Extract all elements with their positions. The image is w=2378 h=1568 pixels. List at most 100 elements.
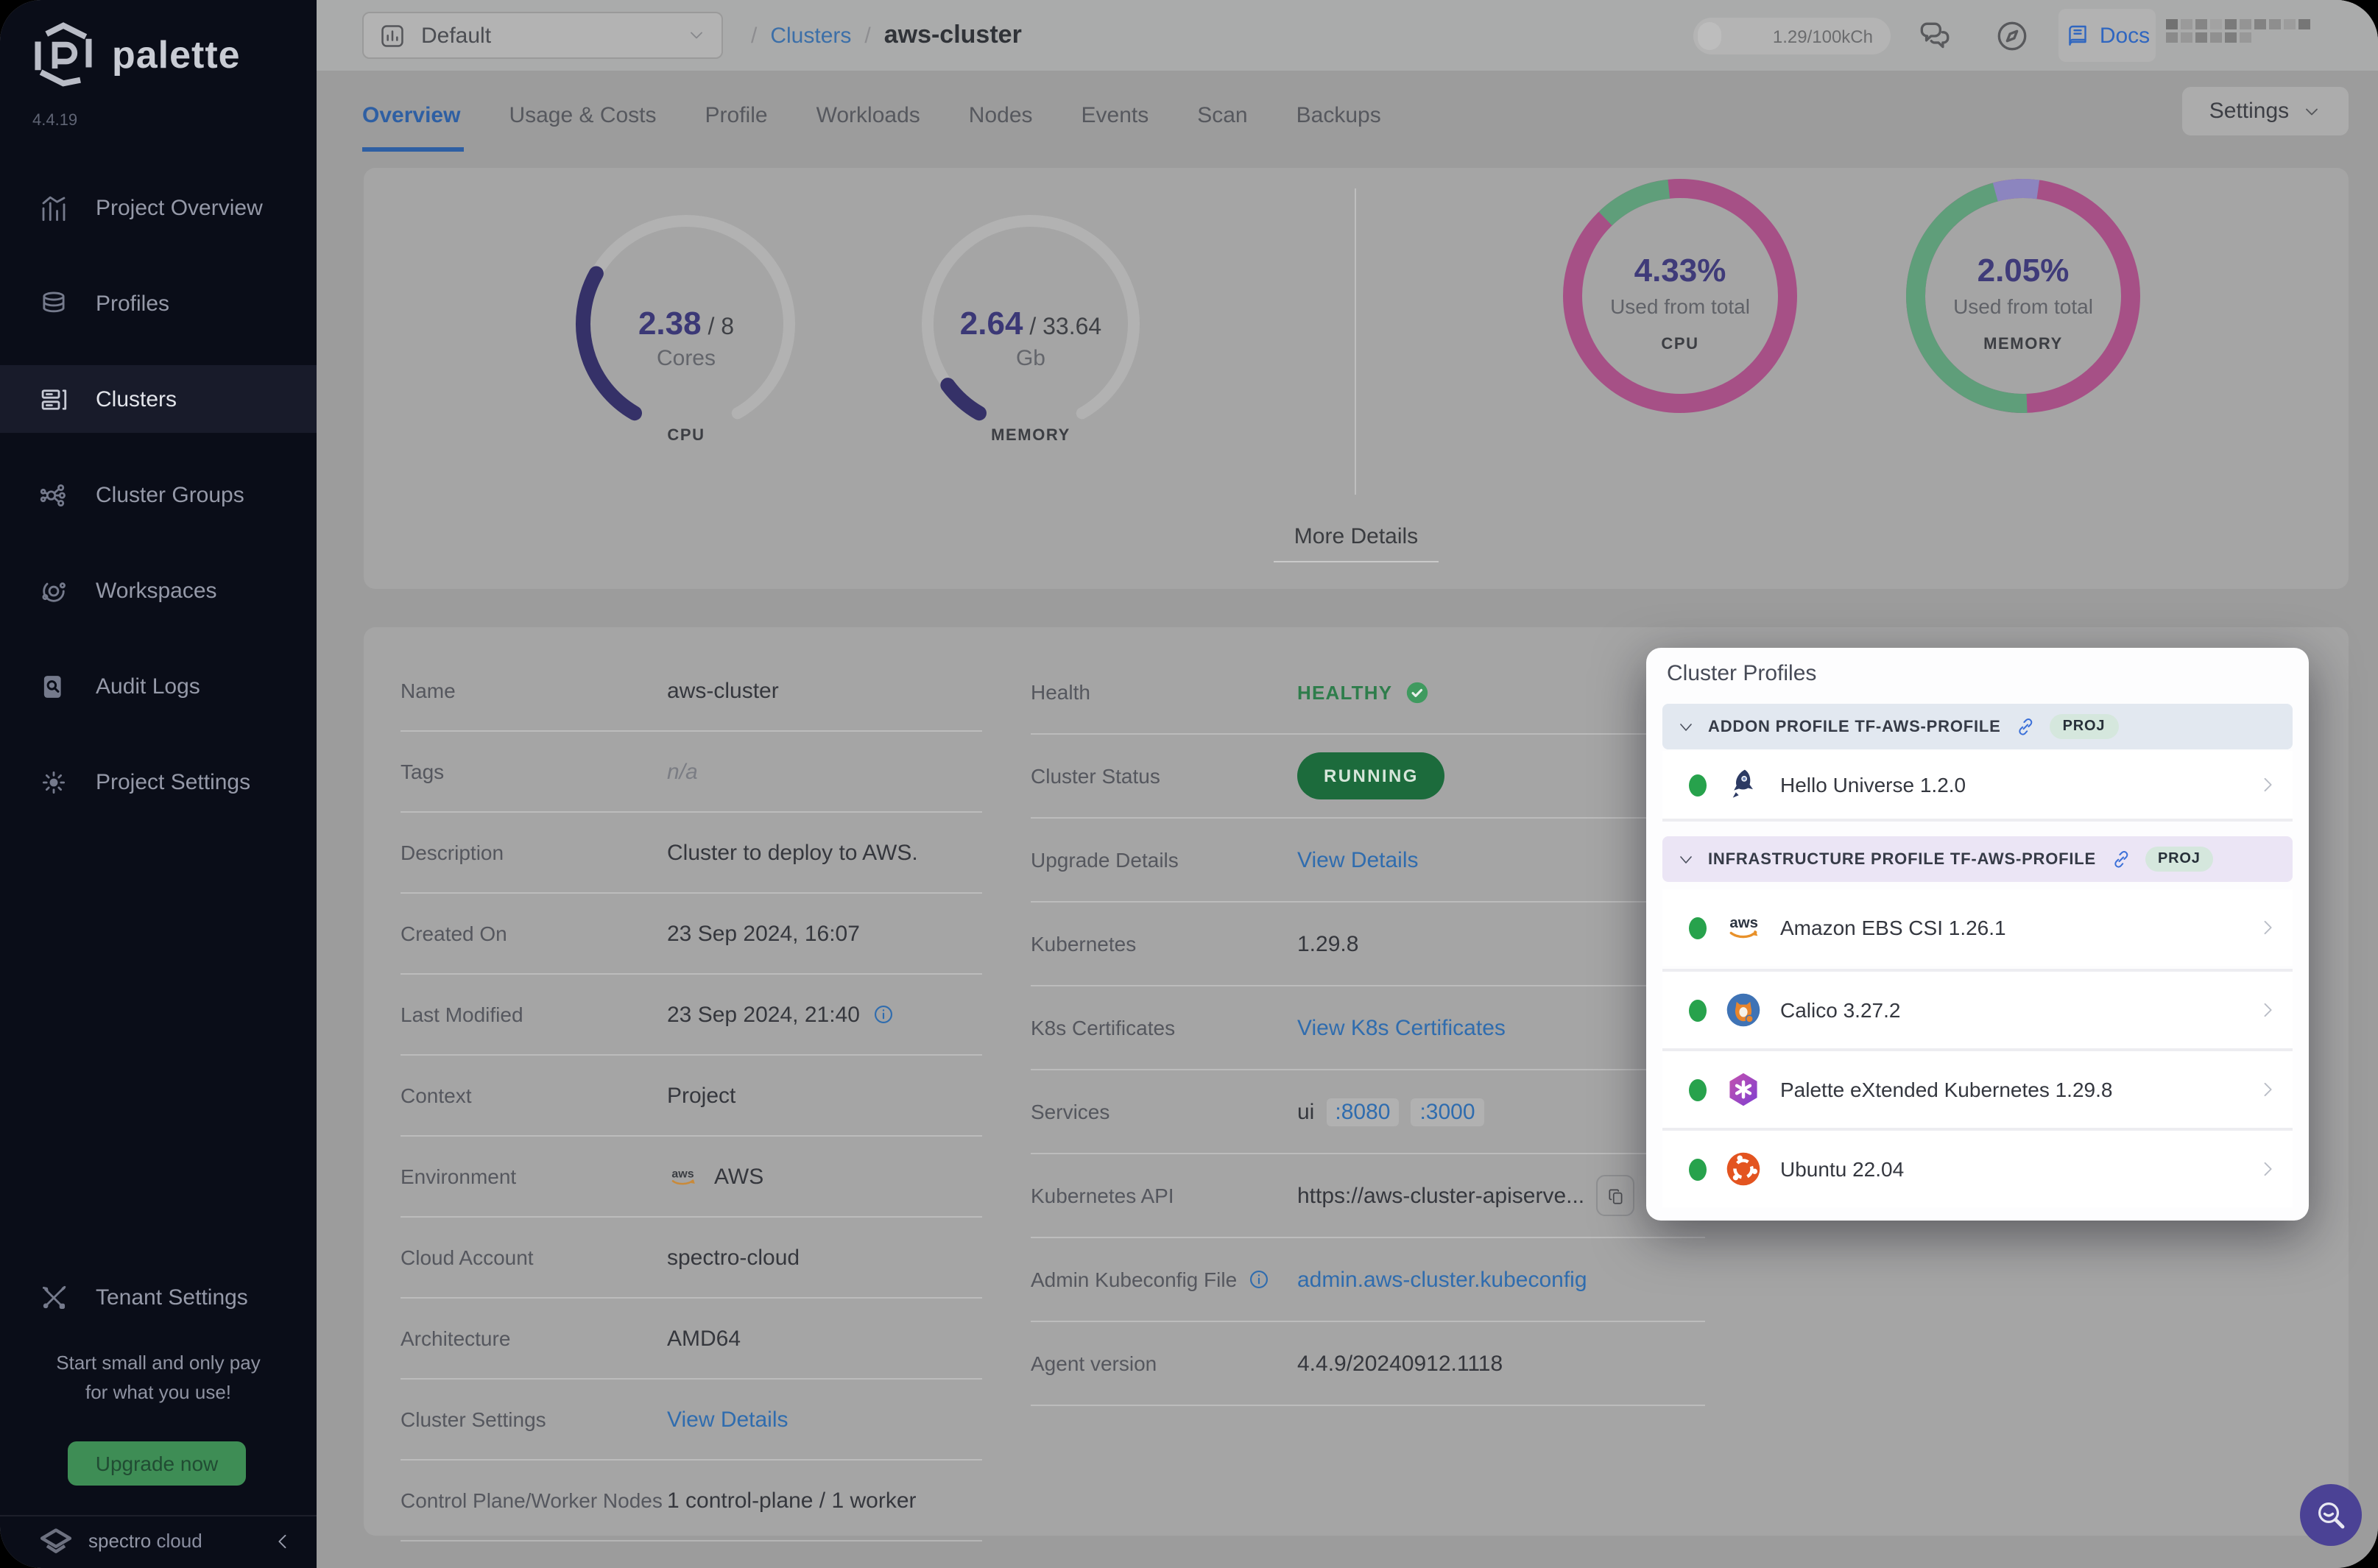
tab-events[interactable]: Events <box>1082 71 1149 159</box>
tab-scan[interactable]: Scan <box>1197 71 1247 159</box>
detail-row-last-modified: Last Modified 23 Sep 2024, 21:40 <box>401 975 982 1056</box>
memory-label: MEMORY <box>906 427 1156 445</box>
profile-layer-ubuntu[interactable]: Ubuntu 22.04 <box>1662 1128 2293 1207</box>
sidebar-item-cluster-groups[interactable]: Cluster Groups <box>0 461 317 529</box>
network-icon <box>38 479 69 510</box>
card-divider <box>1355 188 1356 495</box>
settings-button[interactable]: Settings <box>2182 87 2349 135</box>
service-port-link[interactable]: :8080 <box>1326 1098 1399 1126</box>
chat-icon[interactable] <box>1916 18 1952 54</box>
cpu-total-donut: 4.33% Used from total CPU <box>1555 171 1805 421</box>
info-icon[interactable] <box>872 1003 895 1026</box>
breadcrumb-separator: / <box>864 23 870 48</box>
sidebar-item-project-overview[interactable]: Project Overview <box>0 174 317 241</box>
copy-button[interactable] <box>1596 1175 1634 1216</box>
service-port-link[interactable]: :3000 <box>1411 1098 1483 1126</box>
info-icon[interactable] <box>1247 1268 1271 1291</box>
running-status-badge: RUNNING <box>1297 752 1445 799</box>
collapse-sidebar-icon[interactable] <box>272 1530 293 1551</box>
svg-text:aws: aws <box>671 1168 694 1181</box>
memory-capacity-value: / 33.64 <box>1023 315 1101 340</box>
tab-profile[interactable]: Profile <box>705 71 768 159</box>
detail-row-services: Services ui :8080 :3000 <box>1031 1070 1705 1154</box>
tab-workloads[interactable]: Workloads <box>816 71 920 159</box>
detail-value: 4.4.9/20240912.1118 <box>1297 1351 1503 1376</box>
tab-bar: Overview Usage & Costs Profile Workloads… <box>362 71 1381 159</box>
breadcrumb-current: aws-cluster <box>884 21 1022 50</box>
more-details-button[interactable]: More Details <box>1274 524 1439 562</box>
status-dot <box>1689 1158 1707 1180</box>
addon-profile-label: ADDON PROFILE TF-AWS-PROFILE <box>1708 718 2001 735</box>
detail-label: Name <box>401 679 667 702</box>
docs-button[interactable]: Docs <box>2058 9 2156 62</box>
memory-unit: Gb <box>906 346 1156 371</box>
view-details-link[interactable]: View Details <box>667 1407 788 1432</box>
detail-label: K8s Certificates <box>1031 1016 1297 1039</box>
profile-layer-palette-xk[interactable]: Palette eXtended Kubernetes 1.29.8 <box>1662 1048 2293 1128</box>
upsell-text: Start small and only pay for what you us… <box>0 1349 317 1408</box>
more-details-container: More Details <box>364 524 2349 562</box>
sidebar-item-label: Tenant Settings <box>96 1285 248 1310</box>
chevron-down-icon <box>686 25 707 46</box>
sidebar-item-label: Project Overview <box>96 195 263 220</box>
status-dot <box>1689 999 1707 1021</box>
kubeconfig-download-link[interactable]: admin.aws-cluster.kubeconfig <box>1297 1267 1587 1292</box>
clusters-icon <box>38 384 69 414</box>
service-name: ui <box>1297 1099 1314 1124</box>
help-compass-icon[interactable] <box>1994 18 2031 54</box>
memory-donut-label: MEMORY <box>1898 336 2148 353</box>
detail-row-description: Description Cluster to deploy to AWS. <box>401 813 982 894</box>
infrastructure-profile-header[interactable]: INFRASTRUCTURE PROFILE TF-AWS-PROFILE PR… <box>1662 836 2293 882</box>
bar-chart-icon <box>38 192 69 223</box>
chevron-right-icon <box>2257 1079 2278 1100</box>
upgrade-now-button[interactable]: Upgrade now <box>68 1441 246 1486</box>
profile-layer-name: Calico 3.27.2 <box>1780 998 2257 1022</box>
detail-value: 23 Sep 2024, 21:40 <box>667 1002 860 1027</box>
profile-layer-amazon-ebs[interactable]: aws Amazon EBS CSI 1.26.1 <box>1662 889 2293 966</box>
project-selector[interactable]: Default <box>362 12 723 59</box>
usage-quota-badge: 1.29/100kCh <box>1693 18 1891 54</box>
tab-backups[interactable]: Backups <box>1296 71 1381 159</box>
cpu-used-value: 2.38 <box>638 305 702 342</box>
cpu-donut-percent: 4.33% <box>1555 252 1805 290</box>
detail-row-upgrade-details: Upgrade Details View Details <box>1031 819 1705 903</box>
detail-row-created-on: Created On 23 Sep 2024, 16:07 <box>401 894 982 975</box>
breadcrumb-clusters-link[interactable]: Clusters <box>770 23 851 48</box>
status-dot <box>1689 917 1707 939</box>
sidebar-item-profiles[interactable]: Profiles <box>0 269 317 337</box>
profile-layer-hello-universe[interactable]: Hello Universe 1.2.0 <box>1662 751 2293 822</box>
sidebar-item-label: Profiles <box>96 291 169 316</box>
project-icon <box>378 21 406 49</box>
sidebar-item-tenant-settings[interactable]: Tenant Settings <box>0 1263 317 1331</box>
tools-icon <box>38 1282 69 1313</box>
app-window: palette 4.4.19 Project Overview Profiles… <box>0 0 2378 1568</box>
search-fab-button[interactable] <box>2300 1484 2362 1546</box>
tab-nodes[interactable]: Nodes <box>969 71 1033 159</box>
detail-row-name: Name aws-cluster <box>401 651 982 732</box>
sidebar-item-label: Audit Logs <box>96 674 200 699</box>
profile-layer-name: Palette eXtended Kubernetes 1.29.8 <box>1780 1078 2257 1101</box>
view-details-link[interactable]: View Details <box>1297 847 1419 872</box>
details-right-column: Health HEALTHY Cluster Status RUNNING Up… <box>1031 651 1705 1406</box>
profile-layer-name: Ubuntu 22.04 <box>1780 1157 2257 1181</box>
detail-label: Tags <box>401 760 667 783</box>
cpu-donut-caption: Used from total <box>1555 294 1805 318</box>
tab-overview[interactable]: Overview <box>362 71 460 159</box>
brand-name: palette <box>112 32 241 77</box>
addon-profile-header[interactable]: ADDON PROFILE TF-AWS-PROFILE PROJ <box>1662 704 2293 749</box>
svg-text:aws: aws <box>1729 915 1758 931</box>
profile-layer-calico[interactable]: Calico 3.27.2 <box>1662 969 2293 1048</box>
sidebar-item-audit-logs[interactable]: Audit Logs <box>0 652 317 720</box>
spectro-cloud-logo-icon <box>38 1525 74 1557</box>
sidebar-item-workspaces[interactable]: Workspaces <box>0 557 317 624</box>
memory-donut-percent: 2.05% <box>1898 252 2148 290</box>
detail-label: Created On <box>401 922 667 945</box>
ubuntu-icon <box>1724 1150 1763 1188</box>
link-icon <box>2014 716 2036 738</box>
sidebar-item-project-settings[interactable]: Project Settings <box>0 748 317 816</box>
sidebar-item-clusters[interactable]: Clusters <box>0 365 317 433</box>
view-k8s-certificates-link[interactable]: View K8s Certificates <box>1297 1015 1506 1040</box>
breadcrumb: / Clusters / aws-cluster <box>751 0 1022 71</box>
tab-usage-costs[interactable]: Usage & Costs <box>509 71 656 159</box>
usage-summary-card: 2.38 / 8 Cores CPU 2.64 / 33.64 Gb MEMOR… <box>364 168 2349 589</box>
